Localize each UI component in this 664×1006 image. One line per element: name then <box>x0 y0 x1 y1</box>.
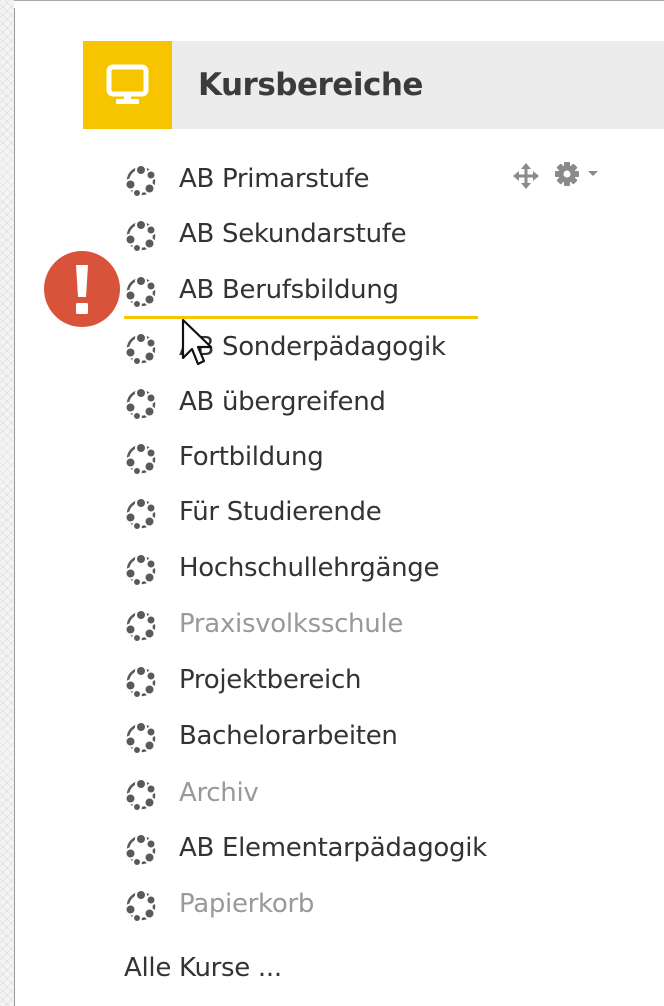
category-label[interactable]: AB Primarstufe <box>179 159 369 199</box>
category-icon <box>124 164 158 198</box>
caret-down-icon <box>588 171 598 176</box>
left-page-edge <box>0 0 15 1006</box>
category-item-bachelorarbeiten[interactable]: Bachelorarbeiten <box>124 716 544 756</box>
category-label[interactable]: AB Elementarpädagogik <box>179 828 487 868</box>
category-item-archiv[interactable]: Archiv <box>124 773 544 813</box>
category-icon <box>124 665 158 699</box>
category-icon <box>124 332 158 366</box>
gear-icon <box>555 162 598 186</box>
category-label[interactable]: Bachelorarbeiten <box>179 716 398 756</box>
category-item-projektbereich[interactable]: Projektbereich <box>124 660 544 700</box>
category-item-ab-elementarpaedagogik[interactable]: AB Elementarpädagogik <box>124 828 544 868</box>
block-icon-box <box>83 41 172 129</box>
mouse-pointer-icon <box>181 318 213 366</box>
top-page-edge <box>14 0 664 8</box>
category-item-papierkorb[interactable]: Papierkorb <box>124 884 544 924</box>
category-label[interactable]: AB Sekundarstufe <box>179 214 407 254</box>
category-icon <box>124 553 158 587</box>
category-icon <box>124 721 158 755</box>
warning-badge <box>44 251 120 327</box>
category-label[interactable]: AB Sonderpädagogik <box>179 327 446 367</box>
category-item-praxisvolksschule[interactable]: Praxisvolksschule <box>124 604 544 644</box>
category-icon <box>124 442 158 476</box>
category-label[interactable]: Archiv <box>179 773 259 813</box>
category-label[interactable]: Papierkorb <box>179 884 314 924</box>
all-courses-link[interactable]: Alle Kurse ... <box>124 948 282 988</box>
category-label[interactable]: AB übergreifend <box>179 382 386 422</box>
category-icon <box>124 219 158 253</box>
category-item-fortbildung[interactable]: Fortbildung <box>124 437 544 477</box>
monitor-icon <box>106 64 149 104</box>
category-item-ab-primarstufe[interactable]: AB Primarstufe <box>124 159 544 199</box>
category-icon <box>124 778 158 812</box>
category-label[interactable]: Fortbildung <box>179 437 324 477</box>
category-icon <box>124 833 158 867</box>
category-label[interactable]: AB Berufsbildung <box>179 270 399 310</box>
category-icon <box>124 609 158 643</box>
category-item-ab-berufsbildung[interactable]: AB Berufsbildung <box>124 270 544 310</box>
settings-menu-toggle[interactable] <box>553 160 605 194</box>
block-header: Kursbereiche <box>83 41 664 129</box>
category-label[interactable]: Hochschullehrgänge <box>179 548 440 588</box>
category-icon <box>124 497 158 531</box>
category-item-ab-uebergreifend[interactable]: AB übergreifend <box>124 382 544 422</box>
category-item-ab-sekundarstufe[interactable]: AB Sekundarstufe <box>124 214 544 254</box>
category-item-hochschullehrgaenge[interactable]: Hochschullehrgänge <box>124 548 544 588</box>
category-icon <box>124 387 158 421</box>
category-label[interactable]: Praxisvolksschule <box>179 604 403 644</box>
category-icon <box>124 889 158 923</box>
category-icon <box>124 275 158 309</box>
category-item-fuer-studierende[interactable]: Für Studierende <box>124 492 544 532</box>
drop-indicator-line <box>124 316 478 319</box>
category-label[interactable]: Projektbereich <box>179 660 361 700</box>
block-title: Kursbereiche <box>198 67 423 103</box>
category-label[interactable]: Für Studierende <box>179 492 382 532</box>
exclamation-icon <box>76 265 88 314</box>
